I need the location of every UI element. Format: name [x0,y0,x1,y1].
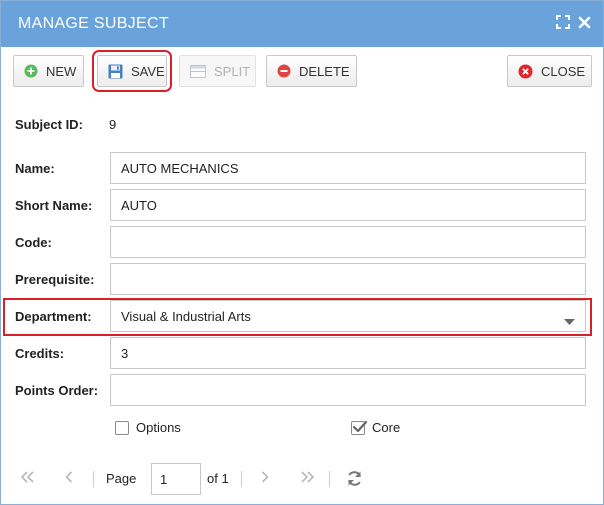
split-icon [190,64,206,78]
credits-input-value: 3 [121,345,129,361]
delete-label: DELETE [299,63,350,79]
credits-label: Credits: [15,346,65,361]
short-name-input-value: AUTO [121,197,157,213]
credits-input[interactable]: 3 [110,337,586,369]
save-label: SAVE [131,63,165,79]
options-label: Options [136,420,181,435]
minus-circle-icon [277,64,291,78]
floppy-disk-icon [108,64,123,79]
maximize-icon[interactable] [556,15,570,29]
subject-id-label: Subject ID: [15,117,83,132]
name-input[interactable]: AUTO MECHANICS [110,152,586,184]
split-label: SPLIT [214,63,251,79]
core-checkbox[interactable]: Core [351,420,400,435]
department-select-value: Visual & Industrial Arts [121,308,251,324]
new-label: NEW [46,63,77,79]
checkmark-icon [352,420,368,432]
chevron-left-icon[interactable] [65,471,73,483]
options-checkbox-box[interactable] [115,420,129,435]
x-circle-icon [518,64,533,79]
department-select[interactable]: Visual & Industrial Arts [110,300,586,332]
save-button[interactable]: SAVE [92,50,172,92]
core-checkbox-box[interactable] [351,420,368,435]
code-input[interactable] [110,226,586,258]
department-label: Department: [15,309,92,324]
manage-subject-window: MANAGE SUBJECT NEW SAVE SPLIT DELETE CLO… [0,0,604,505]
pager-separator [241,471,242,487]
name-label: Name: [15,161,55,176]
points-order-label: Points Order: [15,383,99,398]
short-name-input[interactable]: AUTO [110,189,586,221]
pager-separator [329,471,330,487]
close-button[interactable]: CLOSE [507,55,592,87]
close-icon[interactable] [578,16,591,29]
page-number-input[interactable]: 1 [151,463,201,495]
title-bar: MANAGE SUBJECT [1,1,603,47]
points-order-input[interactable] [110,374,586,406]
delete-button[interactable]: DELETE [266,55,357,87]
core-label: Core [372,420,401,435]
name-input-value: AUTO MECHANICS [121,160,239,176]
short-name-label: Short Name: [15,198,93,213]
double-chevron-left-icon[interactable] [21,471,35,483]
prerequisite-label: Prerequisite: [15,272,95,287]
close-label: CLOSE [541,63,586,79]
page-count-label: of 1 [207,471,229,486]
prerequisite-input[interactable] [110,263,586,295]
pager: Page 1 of 1 [1,459,603,499]
split-button[interactable]: SPLIT [179,55,256,87]
refresh-icon[interactable] [346,470,363,487]
options-checkbox[interactable]: Options [115,420,181,435]
chevron-right-icon[interactable] [261,471,269,483]
code-label: Code: [15,235,52,250]
toolbar: NEW SAVE SPLIT DELETE CLOSE [1,47,603,95]
double-chevron-right-icon[interactable] [300,471,314,483]
new-button[interactable]: NEW [13,55,84,87]
caret-down-icon[interactable] [564,313,575,328]
page-label: Page [106,471,137,486]
window-title: MANAGE SUBJECT [18,15,169,32]
subject-id-value: 9 [109,117,117,132]
title-icons [556,15,591,29]
page-number-value: 1 [160,471,168,487]
plus-circle-icon [24,64,38,78]
pager-separator [93,471,94,487]
